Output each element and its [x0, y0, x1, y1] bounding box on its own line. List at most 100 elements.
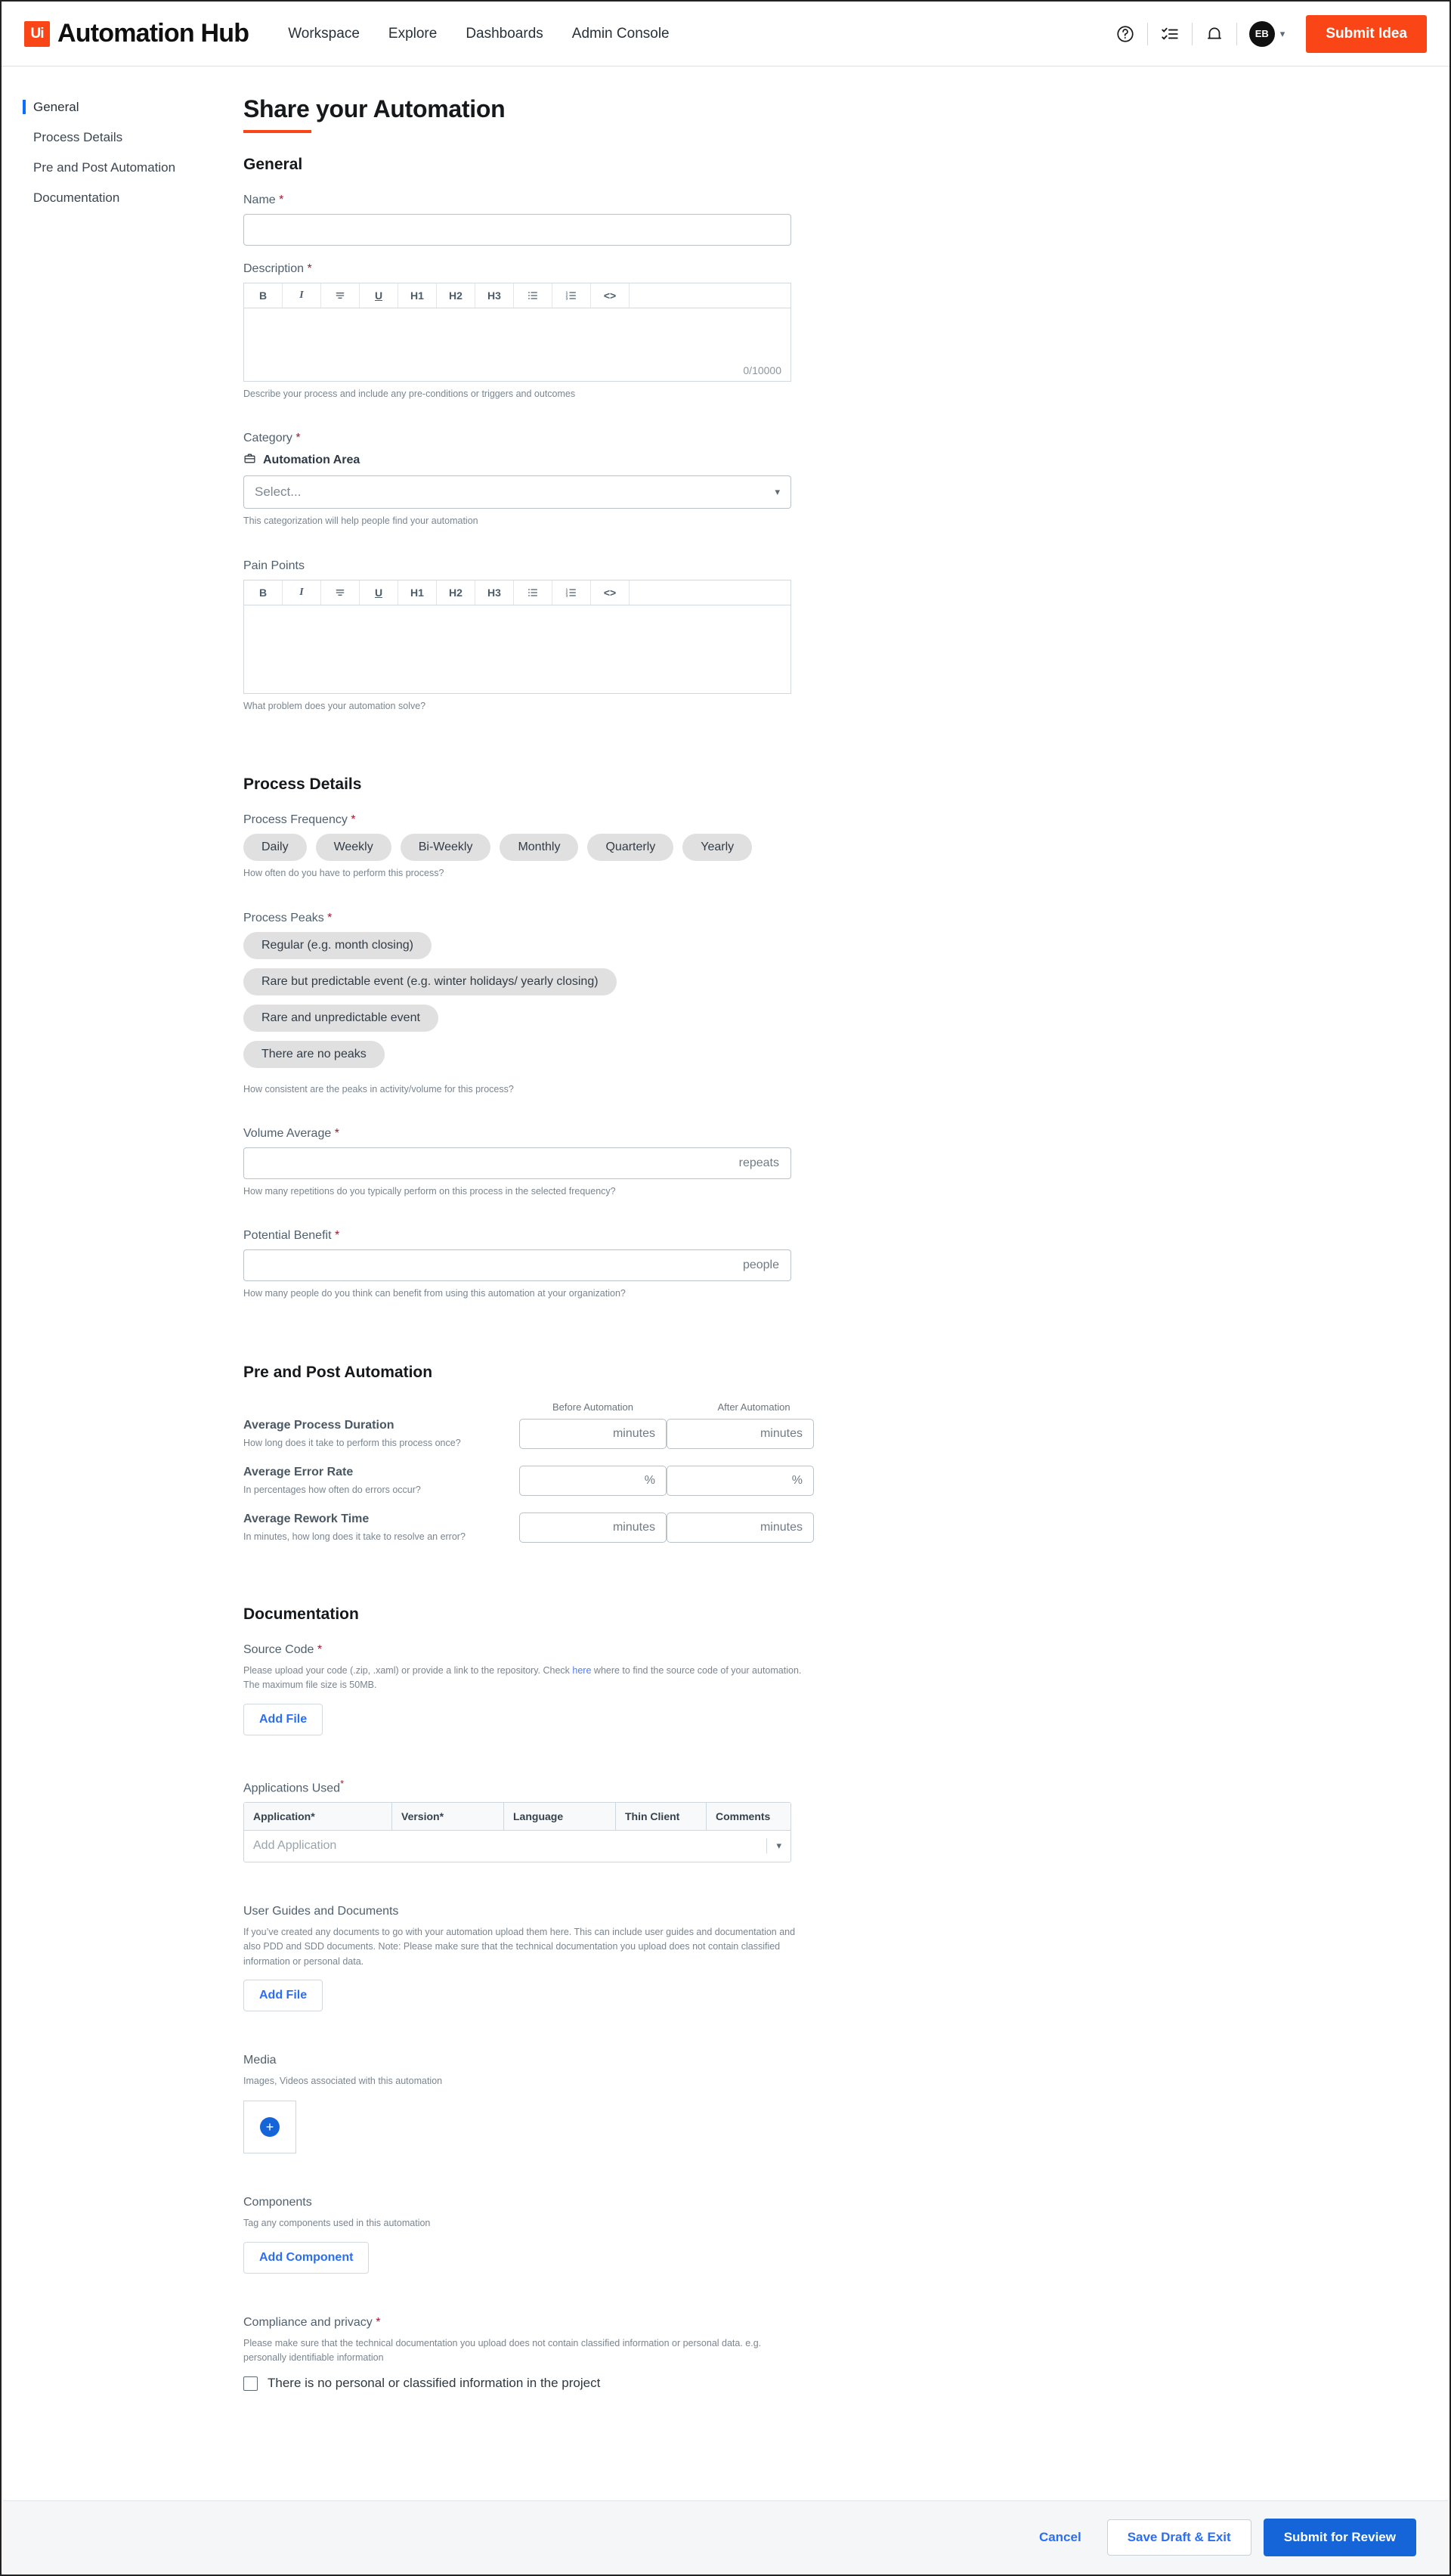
source-code-hint: Please upload your code (.zip, .xaml) or…: [243, 1664, 803, 1693]
potential-benefit-hint: How many people do you think can benefit…: [243, 1288, 626, 1299]
chevron-down-icon[interactable]: ▾: [776, 1840, 781, 1852]
bell-icon[interactable]: [1193, 12, 1236, 56]
header-actions: EB ▾ Submit Idea: [1103, 12, 1427, 56]
section-heading-process-details: Process Details: [243, 776, 362, 794]
nav-item-admin-console[interactable]: Admin Console: [572, 26, 670, 42]
sidebar-item-pre-and-post-automation[interactable]: Pre and Post Automation: [23, 156, 243, 180]
chip-rare-but-predictable[interactable]: Rare but predictable event (e.g. winter …: [243, 968, 617, 995]
bold-icon[interactable]: B: [244, 283, 283, 308]
heading-3-icon[interactable]: H3: [475, 283, 514, 308]
label-compliance-privacy-text: Compliance and privacy: [243, 2315, 373, 2329]
nav-item-dashboards[interactable]: Dashboards: [466, 26, 543, 42]
user-menu[interactable]: EB ▾: [1237, 20, 1293, 47]
potential-benefit-input[interactable]: [243, 1249, 791, 1282]
required-asterisk: *: [351, 813, 356, 827]
code-block-icon[interactable]: <>: [591, 283, 630, 308]
underline-icon[interactable]: U: [360, 580, 398, 605]
pain-points-textarea[interactable]: [243, 604, 791, 694]
source-code-help-link[interactable]: here: [572, 1665, 591, 1676]
italic-icon[interactable]: I: [283, 580, 321, 605]
pre-post-column-headers: Before Automation After Automation: [519, 1401, 1135, 1413]
sidebar-item-general[interactable]: General: [23, 95, 243, 119]
add-application-placeholder: Add Application: [253, 1839, 337, 1853]
chip-yearly[interactable]: Yearly: [682, 834, 753, 862]
numbered-list-icon[interactable]: 1 2 3: [552, 283, 591, 308]
help-circle-icon[interactable]: [1103, 12, 1147, 56]
chip-quarterly[interactable]: Quarterly: [587, 834, 674, 862]
add-application-row[interactable]: Add Application ▾: [244, 1829, 790, 1862]
top-navigation-bar: Ui Automation Hub Workspace Explore Dash…: [2, 2, 1449, 67]
label-source-code-text: Source Code: [243, 1643, 314, 1656]
duration-before-input[interactable]: minutes: [519, 1418, 667, 1449]
automation-area-select[interactable]: Select... ▾: [243, 475, 791, 509]
chip-regular-month-closing[interactable]: Regular (e.g. month closing): [243, 931, 432, 959]
bulleted-list-icon[interactable]: [514, 283, 552, 308]
required-asterisk: *: [279, 194, 284, 206]
label-media: Media: [243, 2053, 277, 2067]
row-label-group: Average Error Rate In percentages how of…: [243, 1466, 519, 1497]
add-source-code-file-button[interactable]: Add File: [243, 1703, 323, 1735]
save-draft-and-exit-button[interactable]: Save Draft & Exit: [1106, 2519, 1251, 2556]
strikethrough-icon[interactable]: [321, 580, 360, 605]
field-applications-used: Applications Used* Application* Version*…: [243, 1778, 1135, 1862]
brand-logo[interactable]: Ui Automation Hub: [24, 19, 249, 48]
title-underline: [243, 130, 311, 133]
sidebar-item-process-details[interactable]: Process Details: [23, 125, 243, 150]
description-editor: B I U H1 H2 H3 1 2 3 <> 0/10000: [243, 283, 791, 382]
nav-item-explore[interactable]: Explore: [388, 26, 437, 42]
section-heading-documentation: Documentation: [243, 1605, 359, 1623]
bold-icon[interactable]: B: [244, 580, 283, 605]
label-description-text: Description: [243, 262, 305, 275]
label-description: Description *: [243, 262, 1135, 276]
error-rate-before-input[interactable]: %: [519, 1466, 667, 1496]
cancel-button[interactable]: Cancel: [1026, 2521, 1095, 2554]
compliance-checkbox[interactable]: [243, 2376, 258, 2391]
row-label-group: Average Rework Time In minutes, how long…: [243, 1512, 519, 1544]
field-compliance-privacy: Compliance and privacy * Please make sur…: [243, 2316, 1135, 2392]
required-asterisk: *: [334, 1126, 339, 1140]
main-nav-links: Workspace Explore Dashboards Admin Conso…: [288, 26, 669, 42]
heading-2-icon[interactable]: H2: [437, 283, 475, 308]
heading-2-icon[interactable]: H2: [437, 580, 475, 605]
name-input[interactable]: [243, 214, 791, 246]
label-category-text: Category: [243, 432, 292, 445]
rework-before-input[interactable]: minutes: [519, 1512, 667, 1543]
field-user-guides: User Guides and Documents If you’ve crea…: [243, 1905, 1135, 2011]
chip-rare-and-unpredictable[interactable]: Rare and unpredictable event: [243, 1004, 438, 1032]
heading-1-icon[interactable]: H1: [398, 580, 437, 605]
nav-item-workspace[interactable]: Workspace: [288, 26, 360, 42]
rework-after-input[interactable]: minutes: [667, 1512, 814, 1543]
potential-benefit-wrap: people: [243, 1249, 791, 1282]
field-media: Media Images, Videos associated with thi…: [243, 2053, 1135, 2154]
duration-after-input[interactable]: minutes: [667, 1418, 814, 1449]
checklist-icon[interactable]: [1148, 12, 1192, 56]
heading-1-icon[interactable]: H1: [398, 283, 437, 308]
submit-idea-button[interactable]: Submit Idea: [1306, 14, 1427, 53]
description-textarea[interactable]: 0/10000: [243, 308, 791, 382]
error-rate-after-input[interactable]: %: [667, 1466, 814, 1496]
chip-no-peaks[interactable]: There are no peaks: [243, 1040, 385, 1068]
italic-icon[interactable]: I: [283, 283, 321, 308]
volume-average-input[interactable]: [243, 1147, 791, 1179]
sidebar-item-documentation[interactable]: Documentation: [23, 186, 243, 210]
add-media-button[interactable]: +: [243, 2101, 296, 2154]
strikethrough-icon[interactable]: [321, 283, 360, 308]
underline-icon[interactable]: U: [360, 283, 398, 308]
code-block-icon[interactable]: <>: [591, 580, 630, 605]
add-user-guide-file-button[interactable]: Add File: [243, 1979, 323, 2011]
row-label: Average Rework Time: [243, 1512, 370, 1526]
volume-average-hint: How many repetitions do you typically pe…: [243, 1185, 616, 1197]
pre-post-row-average-rework-time: Average Rework Time In minutes, how long…: [243, 1512, 1135, 1544]
submit-for-review-button[interactable]: Submit for Review: [1263, 2518, 1416, 2556]
chip-weekly[interactable]: Weekly: [315, 834, 391, 862]
bulleted-list-icon[interactable]: [514, 580, 552, 605]
compliance-checkbox-row[interactable]: There is no personal or classified infor…: [243, 2376, 1135, 2391]
chip-bi-weekly[interactable]: Bi-Weekly: [400, 834, 491, 862]
label-process-frequency: Process Frequency *: [243, 813, 1135, 827]
field-volume-average: Volume Average * repeats How many repeti…: [243, 1127, 1135, 1199]
heading-3-icon[interactable]: H3: [475, 580, 514, 605]
add-component-button[interactable]: Add Component: [243, 2241, 370, 2274]
chip-monthly[interactable]: Monthly: [500, 834, 579, 862]
numbered-list-icon[interactable]: 1 2 3: [552, 580, 591, 605]
chip-daily[interactable]: Daily: [243, 834, 307, 862]
